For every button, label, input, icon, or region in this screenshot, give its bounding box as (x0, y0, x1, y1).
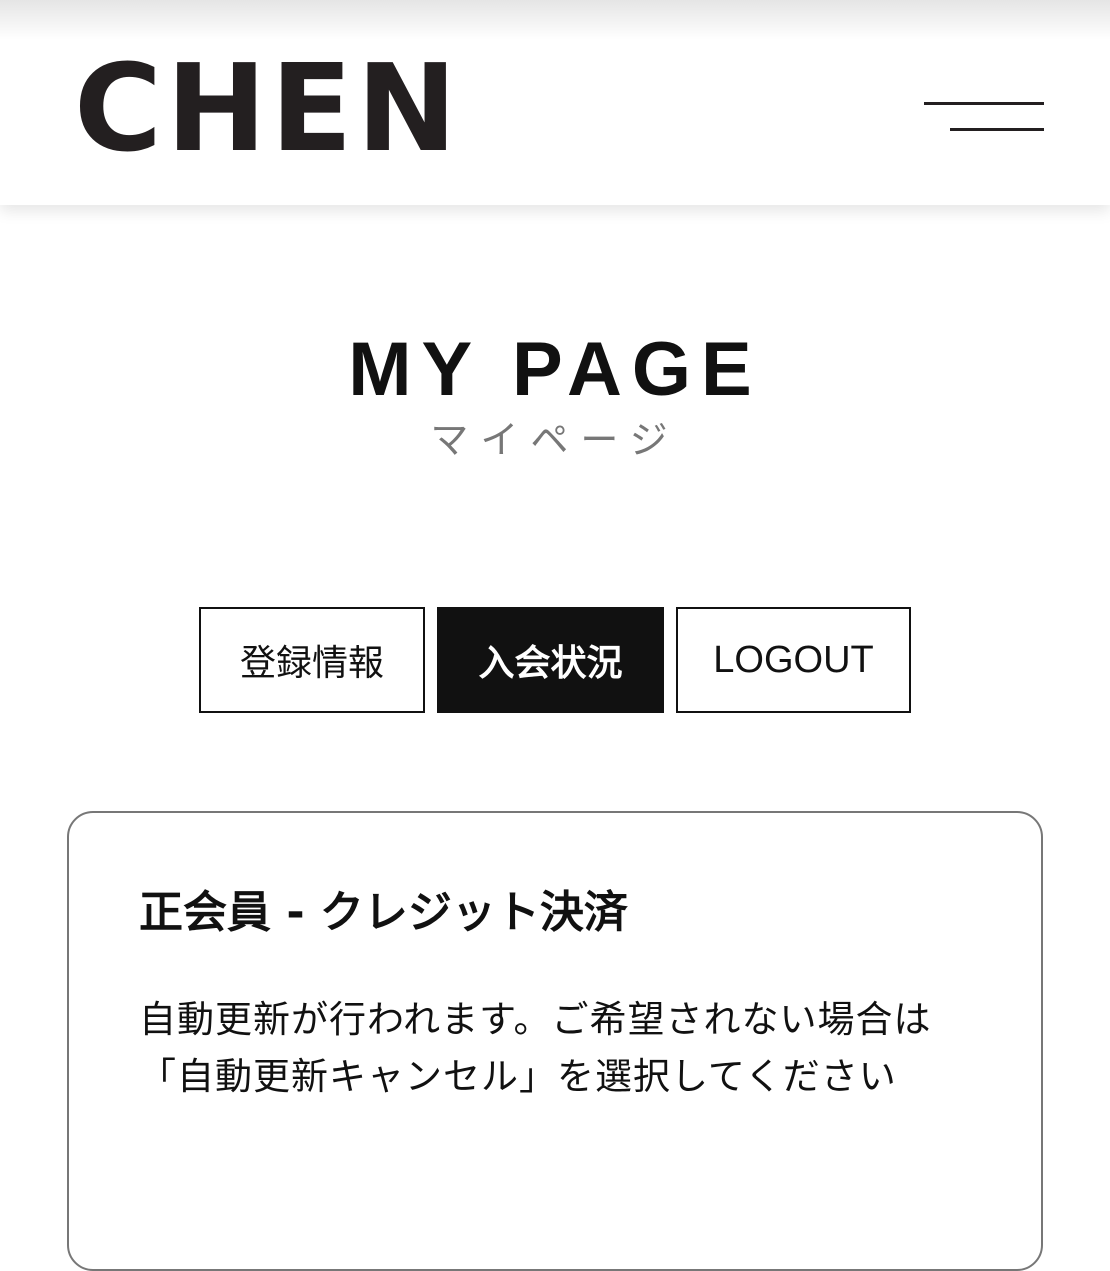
page-subtitle: マイページ (430, 418, 680, 462)
hamburger-menu-icon[interactable] (920, 92, 1050, 142)
tab-registration-info-label: 登録情報 (239, 643, 384, 684)
membership-description: 自動更新が行われます。ご希望されない場合は「自動更新キャンセル」を選択してくださ… (139, 998, 932, 1098)
tab-membership-status[interactable]: 入会状況 (437, 607, 664, 713)
membership-plan-title: 正会員 - クレジット決済 (139, 887, 628, 938)
membership-card: 正会員 - クレジット決済 自動更新が行われます。ご希望されない場合は「自動更新… (67, 811, 1043, 1271)
page-title: MY PAGE (348, 327, 762, 412)
site-header: CHEN (0, 0, 1110, 205)
site-logo[interactable]: CHEN (74, 50, 461, 170)
tab-registration-info[interactable]: 登録情報 (199, 607, 425, 713)
logout-button-label: LOGOUT (713, 638, 874, 681)
menu-line-top (924, 102, 1044, 105)
tab-membership-status-label: 入会状況 (478, 643, 623, 684)
menu-line-bottom (950, 128, 1044, 131)
logout-button[interactable]: LOGOUT (676, 607, 911, 713)
